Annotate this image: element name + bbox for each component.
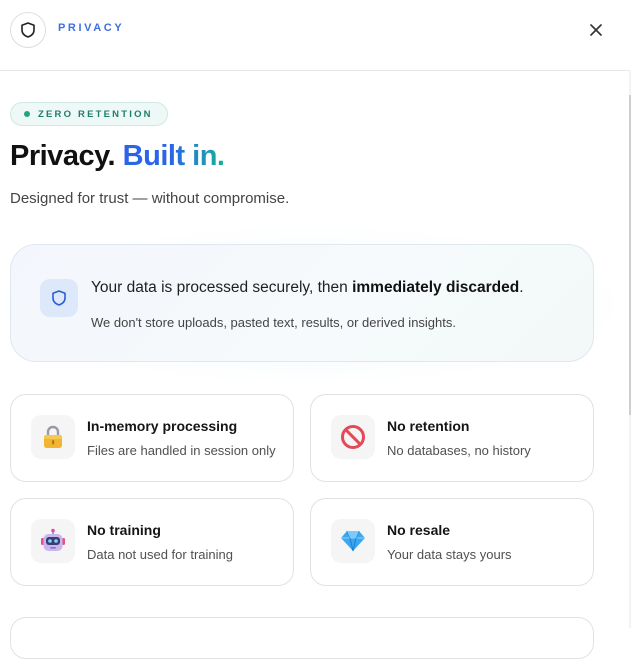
feature-card-no-resale: No resale Your data stays yours xyxy=(310,498,594,586)
dialog-header: PRIVACY xyxy=(0,0,631,71)
zero-retention-badge: ZERO RETENTION xyxy=(10,102,168,126)
badge-label: ZERO RETENTION xyxy=(38,108,153,120)
notice-text-prefix: Your data is processed securely, then xyxy=(91,279,353,296)
title-part-2: Built in. xyxy=(122,140,225,172)
feature-title: No retention xyxy=(387,418,470,434)
bottom-card xyxy=(10,617,594,659)
close-icon[interactable] xyxy=(590,24,602,36)
feature-title: No training xyxy=(87,522,161,538)
feature-subtitle: Data not used for training xyxy=(87,547,233,562)
feature-subtitle: Your data stays yours xyxy=(387,547,512,562)
page-title: Privacy. Built in. xyxy=(10,140,225,173)
header-shield-badge xyxy=(10,12,46,48)
notice-text-bold: immediately discarded xyxy=(352,279,520,296)
gem-icon xyxy=(341,530,365,552)
feature-icon-box xyxy=(331,519,375,563)
feature-card-no-retention: No retention No databases, no history xyxy=(310,394,594,482)
feature-icon-box xyxy=(331,415,375,459)
status-dot xyxy=(24,111,30,117)
close-button[interactable] xyxy=(585,19,607,41)
notice-text-suffix: . xyxy=(519,279,524,296)
notice-heading: Your data is processed securely, then im… xyxy=(91,279,524,297)
feature-subtitle: No databases, no history xyxy=(387,443,531,458)
header-title: PRIVACY xyxy=(58,22,125,34)
feature-card-no-training: No training Data not used for training xyxy=(10,498,294,586)
privacy-notice-card: Your data is processed securely, then im… xyxy=(10,244,594,362)
shield-icon xyxy=(52,290,66,306)
no-entry-icon xyxy=(341,425,365,449)
feature-icon-box xyxy=(31,415,75,459)
notice-subtext: We don't store uploads, pasted text, res… xyxy=(91,315,456,330)
shield-icon xyxy=(21,22,35,38)
title-part-1: Privacy. xyxy=(10,140,116,172)
feature-icon-box xyxy=(31,519,75,563)
page-subtitle: Designed for trust — without compromise. xyxy=(10,190,290,207)
feature-subtitle: Files are handled in session only xyxy=(87,443,276,458)
feature-title: In-memory processing xyxy=(87,418,238,434)
lock-icon xyxy=(44,425,62,448)
feature-title: No resale xyxy=(387,522,451,538)
feature-card-in-memory: In-memory processing Files are handled i… xyxy=(10,394,294,482)
notice-shield-badge xyxy=(40,279,78,317)
robot-icon xyxy=(41,528,65,551)
